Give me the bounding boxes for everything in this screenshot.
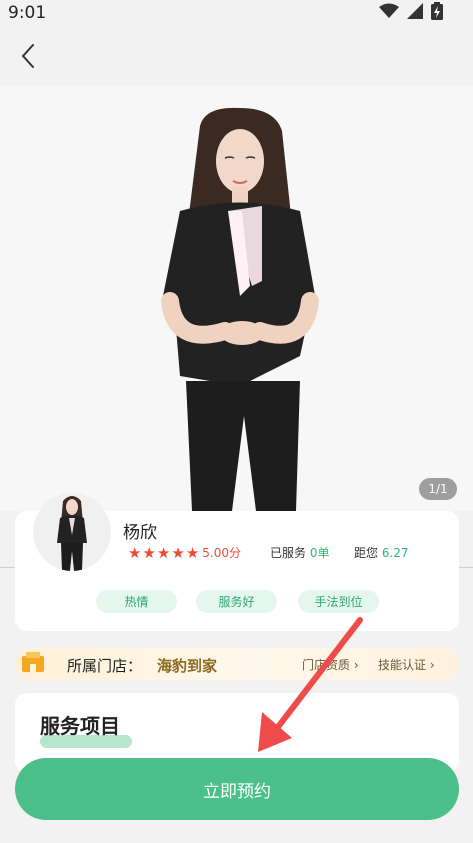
- battery-icon: [431, 2, 443, 20]
- chevron-right-icon: ›: [426, 658, 435, 672]
- services-title: 服务项目: [40, 714, 120, 738]
- star-icon: ★: [171, 543, 185, 562]
- chevron-right-icon: ›: [350, 658, 359, 672]
- rating-stars: ★ ★ ★ ★ ★ 5.00分: [128, 544, 241, 561]
- gallery-page-indicator: 1/1: [419, 478, 457, 500]
- distance: 距您 6.27: [354, 544, 409, 561]
- store-icon: [22, 652, 44, 672]
- back-button[interactable]: [15, 43, 41, 69]
- store-name[interactable]: 海豹到家: [157, 655, 217, 676]
- store-label: 所属门店：: [67, 657, 143, 675]
- tag-chip: 服务好: [196, 590, 277, 613]
- status-icons: [379, 2, 443, 20]
- avatar[interactable]: [33, 493, 111, 571]
- served-value: 0单: [309, 546, 330, 560]
- distance-label: 距您: [354, 546, 379, 560]
- served-label: 已服务: [270, 546, 307, 560]
- star-icon: ★: [128, 543, 142, 562]
- skill-certification-label: 技能认证: [378, 658, 427, 672]
- rating-score: 5.00分: [202, 546, 241, 560]
- chevron-left-icon: [22, 44, 34, 68]
- skill-certification-link[interactable]: 技能认证 ›: [378, 656, 435, 673]
- store-qualification-label: 门店资质: [302, 658, 351, 672]
- tag-chip: 热情: [96, 590, 177, 613]
- therapist-name: 杨欣: [123, 523, 157, 543]
- star-icon: ★: [185, 543, 200, 562]
- distance-value: 6.27: [381, 546, 409, 560]
- status-time: 9:01: [8, 3, 47, 23]
- status-bar: 9:01: [0, 0, 473, 26]
- tag-chip: 手法到位: [298, 590, 379, 613]
- book-now-button[interactable]: 立即预约: [15, 758, 459, 820]
- signal-icon: [407, 3, 423, 19]
- store-qualification-link[interactable]: 门店资质 ›: [302, 656, 359, 673]
- served-count: 已服务 0单: [270, 544, 329, 561]
- wifi-icon: [379, 3, 399, 18]
- hero-gallery[interactable]: [0, 86, 473, 511]
- avatar-image: [57, 496, 87, 571]
- star-icon: ★: [156, 543, 171, 562]
- star-icon: ★: [142, 543, 156, 562]
- therapist-photo: [161, 107, 319, 511]
